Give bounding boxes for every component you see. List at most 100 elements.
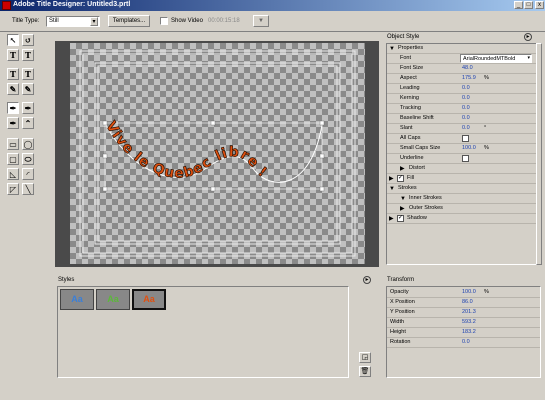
all-caps-checkbox[interactable] [462, 135, 469, 142]
triangle-right-icon[interactable]: ▶ [400, 166, 405, 172]
shadow-checkbox[interactable]: ✓ [397, 215, 404, 222]
transform-row-height[interactable]: Height 183.2 [387, 328, 540, 338]
triangle-down-icon[interactable]: ▼ [389, 186, 395, 192]
prop-row-slant[interactable]: Slant 0.0 ° [387, 124, 540, 134]
prop-row-distort[interactable]: ▶ Distort [387, 164, 540, 174]
maximize-button[interactable]: □ [524, 1, 533, 9]
delete-style-icon[interactable]: 🗑 [359, 366, 371, 377]
handle-tl[interactable] [102, 120, 108, 126]
object-style-scrollbar[interactable] [536, 43, 542, 265]
timecode-arrow-button[interactable]: ▼ [253, 15, 269, 27]
area-type-tool-icon[interactable]: T [7, 68, 19, 80]
title-bar[interactable]: Adobe Title Designer: Untitled3.prtl _ □… [0, 0, 545, 11]
prop-row-aspect[interactable]: Aspect 175.9% [387, 74, 540, 84]
delete-anchor-tool-icon[interactable]: ✒ [7, 117, 19, 129]
style-swatch-blue[interactable]: Aa [60, 289, 94, 310]
prop-row-font[interactable]: Font ArialRoundedMTBold ▾ [387, 54, 540, 64]
transform-value[interactable]: 0.0 [462, 339, 470, 345]
prop-row-properties[interactable]: ▼ Properties [387, 44, 540, 54]
transform-row-y-position[interactable]: Y Position 201.3 [387, 308, 540, 318]
transform-value[interactable]: 183.2 [462, 329, 476, 335]
handle-tc[interactable] [210, 120, 216, 126]
prop-row-strokes[interactable]: ▼ Strokes [387, 184, 540, 194]
show-video-checkbox[interactable] [160, 17, 168, 25]
handle-tr[interactable] [319, 120, 325, 126]
triangle-down-icon[interactable]: ▼ [400, 196, 406, 202]
prop-row-shadow[interactable]: ▶ ✓ Shadow [387, 214, 540, 224]
prop-value[interactable]: 100.0 [462, 145, 476, 151]
rotation-tool-icon[interactable]: ↺ [22, 34, 34, 46]
prop-row-tracking[interactable]: Tracking 0.0 [387, 104, 540, 114]
pen-tool-icon[interactable]: ✒ [7, 102, 19, 114]
transform-label: Y Position [390, 309, 415, 315]
prop-row-all-caps[interactable]: All Caps [387, 134, 540, 144]
prop-row-kerning[interactable]: Kerning 0.0 [387, 94, 540, 104]
transform-value[interactable]: 593.2 [462, 319, 476, 325]
chevron-down-icon[interactable]: ▾ [90, 17, 98, 26]
add-anchor-tool-icon[interactable]: ✒ [22, 102, 34, 114]
prop-value[interactable]: 0.0 [462, 115, 470, 121]
panel-menu-icon[interactable]: ▸ [524, 33, 532, 41]
transform-row-width[interactable]: Width 593.2 [387, 318, 540, 328]
fill-checkbox[interactable]: ✓ [397, 175, 404, 182]
rectangle-tool-icon[interactable]: ▭ [7, 138, 19, 150]
prop-row-small-caps-size[interactable]: Small Caps Size 100.0% [387, 144, 540, 154]
prop-row-leading[interactable]: Leading 0.0 [387, 84, 540, 94]
templates-button[interactable]: Templates... [108, 15, 150, 27]
prop-value[interactable]: 0.0 [462, 95, 470, 101]
prop-value[interactable]: 175.9 [462, 75, 476, 81]
triangle-right-icon[interactable]: ▶ [389, 216, 394, 222]
prop-row-underline[interactable]: Underline [387, 154, 540, 164]
styles-menu-icon[interactable]: ▸ [363, 276, 371, 284]
path-text[interactable]: Vive le Quebec libre ! [102, 118, 270, 182]
transform-value[interactable]: 100.0 [462, 289, 476, 295]
title-type-select[interactable]: Still ▾ [46, 16, 100, 27]
handle-br[interactable] [319, 186, 325, 192]
underline-checkbox[interactable] [462, 155, 469, 162]
triangle-right-icon[interactable]: ▶ [400, 206, 405, 212]
ellipse-tool-icon[interactable]: ◯ [22, 138, 34, 150]
transform-row-rotation[interactable]: Rotation 0.0 [387, 338, 540, 348]
type-tool-icon[interactable]: T [7, 49, 19, 61]
handle-mr[interactable] [319, 153, 325, 159]
triangle-down-icon[interactable]: ▼ [389, 46, 395, 52]
prop-row-outer-strokes[interactable]: ▶ Outer Strokes [387, 204, 540, 214]
vertical-type-tool-icon[interactable]: T [22, 49, 34, 61]
triangle-right-icon[interactable]: ▶ [389, 176, 394, 182]
prop-row-font-size[interactable]: Font Size 48.0 [387, 64, 540, 74]
prop-value[interactable]: 0.0 [462, 125, 470, 131]
handle-bl[interactable] [102, 186, 108, 192]
path-type-tool-icon[interactable]: ✎ [7, 83, 19, 95]
rounded-rectangle-tool-icon[interactable]: ▢ [7, 153, 19, 165]
clipped-corner-tool-icon[interactable]: ⬭ [22, 153, 34, 165]
transform-row-x-position[interactable]: X Position 86.0 [387, 298, 540, 308]
wedge-tool-icon[interactable]: ◺ [7, 168, 19, 180]
line-tool-icon[interactable]: ╲ [22, 183, 34, 195]
prop-row-fill[interactable]: ▶ ✓ Fill [387, 174, 540, 184]
vertical-path-type-tool-icon[interactable]: ✎ [22, 83, 34, 95]
style-swatch-orange[interactable]: Aa [132, 289, 166, 310]
object-style-panel: Object Style ▸ ▼ Properties Font ArialRound… [384, 32, 545, 268]
vertical-area-type-tool-icon[interactable]: T [22, 68, 34, 80]
polygon-tool-icon[interactable]: ◸ [7, 183, 19, 195]
canvas-overlay[interactable]: Vive le Quebec libre ! [70, 43, 365, 264]
prop-value[interactable]: 0.0 [462, 85, 470, 91]
prop-value[interactable]: 0.0 [462, 105, 470, 111]
transform-row-opacity[interactable]: Opacity 100.0% [387, 288, 540, 298]
handle-ml[interactable] [102, 153, 108, 159]
selection-tool-icon[interactable]: ↖ [7, 34, 19, 46]
minimize-button[interactable]: _ [514, 1, 523, 9]
close-button[interactable]: x [535, 1, 544, 9]
font-select[interactable]: ArialRoundedMTBold ▾ [460, 54, 532, 63]
transform-value[interactable]: 86.0 [462, 299, 473, 305]
prop-value[interactable]: 48.0 [462, 65, 473, 71]
arc-tool-icon[interactable]: ◜ [22, 168, 34, 180]
new-style-icon[interactable]: ◲ [359, 352, 371, 363]
handle-bc[interactable] [210, 186, 216, 192]
style-swatch-green[interactable]: Aa [96, 289, 130, 310]
prop-row-inner-strokes[interactable]: ▼ Inner Strokes [387, 194, 540, 204]
transform-value[interactable]: 201.3 [462, 309, 476, 315]
chevron-down-icon[interactable]: ▾ [527, 55, 530, 61]
prop-row-baseline-shift[interactable]: Baseline Shift 0.0 [387, 114, 540, 124]
convert-anchor-tool-icon[interactable]: ⌃ [22, 117, 34, 129]
